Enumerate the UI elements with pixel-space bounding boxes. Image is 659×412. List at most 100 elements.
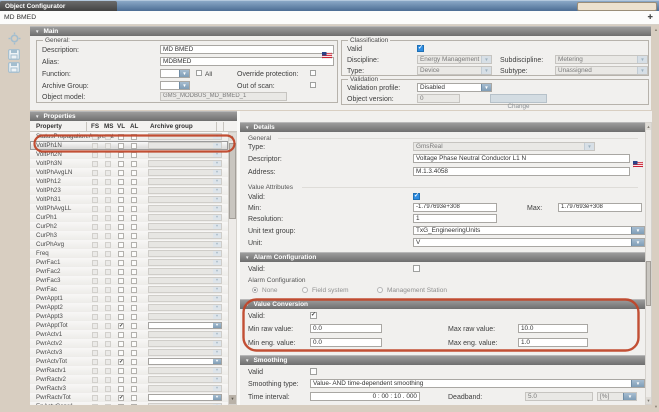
ms-checkbox[interactable] bbox=[105, 368, 111, 374]
col-archive-group[interactable]: Archive group bbox=[150, 121, 193, 132]
ms-checkbox[interactable] bbox=[105, 296, 111, 302]
property-row[interactable]: VoltPh3N▼ bbox=[30, 159, 228, 168]
al-checkbox[interactable] bbox=[131, 251, 137, 257]
property-row[interactable]: PwrActv1▼ bbox=[30, 330, 228, 339]
al-checkbox[interactable] bbox=[131, 278, 137, 284]
subdiscipline-dropdown[interactable]: Metering ▼ bbox=[555, 55, 648, 64]
al-checkbox[interactable] bbox=[131, 404, 137, 406]
radio-management-station[interactable] bbox=[377, 287, 383, 293]
breadcrumb[interactable]: MD BMED bbox=[4, 11, 36, 25]
scroll-up-button[interactable]: ▲ bbox=[229, 133, 236, 141]
change-button[interactable]: Change bbox=[490, 94, 547, 103]
archive-group-dropdown[interactable]: ▼ bbox=[148, 367, 222, 374]
property-row[interactable]: PwrFac2▼ bbox=[30, 267, 228, 276]
ms-checkbox[interactable] bbox=[105, 152, 111, 158]
archive-group-dropdown[interactable]: ▼ bbox=[148, 205, 222, 212]
al-checkbox[interactable] bbox=[131, 170, 137, 176]
min-raw-field[interactable]: 0.0 bbox=[310, 324, 382, 333]
vl-checkbox[interactable] bbox=[118, 197, 124, 203]
property-row[interactable]: PwrFac3▼ bbox=[30, 276, 228, 285]
property-row[interactable]: PwrActvTot✓▼ bbox=[30, 357, 228, 366]
vl-checkbox[interactable] bbox=[118, 377, 124, 383]
ms-checkbox[interactable] bbox=[105, 179, 111, 185]
al-checkbox[interactable] bbox=[131, 341, 137, 347]
property-row[interactable]: EnActvCons1▼ bbox=[30, 402, 228, 405]
subtype-dropdown[interactable]: Unassigned ▼ bbox=[555, 66, 648, 75]
al-checkbox[interactable] bbox=[131, 161, 137, 167]
archive-group-dropdown[interactable]: ▼ bbox=[148, 286, 222, 293]
vl-checkbox[interactable] bbox=[118, 269, 124, 275]
archive-group-dropdown[interactable]: ▼ bbox=[148, 214, 222, 221]
archive-group-dropdown[interactable]: ▼ bbox=[148, 349, 222, 356]
ms-checkbox[interactable] bbox=[105, 260, 111, 266]
ms-checkbox[interactable] bbox=[105, 377, 111, 383]
archive-group-dropdown[interactable]: ▼ bbox=[148, 268, 222, 275]
radio-none[interactable] bbox=[252, 287, 258, 293]
fs-checkbox[interactable] bbox=[92, 188, 98, 194]
property-row[interactable]: PwrApptTot✓▼ bbox=[30, 321, 228, 330]
vl-checkbox[interactable]: ✓ bbox=[118, 323, 124, 329]
ms-checkbox[interactable] bbox=[105, 188, 111, 194]
al-checkbox[interactable] bbox=[131, 395, 137, 401]
ms-checkbox[interactable] bbox=[105, 251, 111, 257]
smoothing-type-dropdown[interactable]: Value- AND time-dependent smoothing ▼ bbox=[310, 379, 645, 388]
property-row[interactable]: PwrActv2▼ bbox=[30, 339, 228, 348]
max-eng-field[interactable]: 1.0 bbox=[518, 338, 588, 347]
radio-field-system[interactable] bbox=[302, 287, 308, 293]
archive-group-dropdown[interactable]: ▼ bbox=[148, 322, 222, 329]
al-checkbox[interactable] bbox=[131, 134, 137, 140]
properties-header[interactable]: ▼Properties bbox=[30, 111, 237, 121]
vl-checkbox[interactable] bbox=[118, 206, 124, 212]
property-row[interactable]: VoltPhAvgLL▼ bbox=[30, 204, 228, 213]
property-row[interactable]: VoltPh23▼ bbox=[30, 186, 228, 195]
fs-checkbox[interactable] bbox=[92, 269, 98, 275]
property-row[interactable]: VoltPh1N▼ bbox=[30, 141, 228, 150]
property-row[interactable]: PwrFac1▼ bbox=[30, 258, 228, 267]
deadband-unit-dropdown[interactable]: [%] ▼ bbox=[597, 392, 637, 401]
ms-checkbox[interactable] bbox=[105, 233, 111, 239]
fs-checkbox[interactable] bbox=[92, 287, 98, 293]
fs-checkbox[interactable] bbox=[92, 179, 98, 185]
col-vl[interactable]: VL bbox=[117, 121, 125, 132]
time-interval-field[interactable]: 0 : 00 : 10 . 000 bbox=[310, 392, 420, 401]
vl-checkbox[interactable] bbox=[118, 350, 124, 356]
al-checkbox[interactable] bbox=[131, 332, 137, 338]
out-of-scan-checkbox[interactable] bbox=[310, 82, 316, 88]
save-all-icon[interactable] bbox=[8, 60, 20, 78]
archive-group-dropdown[interactable]: ▼ bbox=[148, 241, 222, 248]
ms-checkbox[interactable] bbox=[105, 305, 111, 311]
fs-checkbox[interactable] bbox=[92, 152, 98, 158]
property-row[interactable]: VoltPh31▼ bbox=[30, 195, 228, 204]
archive-group-dropdown[interactable]: ▼ bbox=[148, 313, 222, 320]
archive-group-dropdown[interactable]: ▼ bbox=[148, 169, 222, 176]
ms-checkbox[interactable] bbox=[105, 197, 111, 203]
smoothing-header[interactable]: ▼Smoothing bbox=[240, 355, 645, 365]
fs-checkbox[interactable] bbox=[92, 134, 98, 140]
vl-checkbox[interactable] bbox=[118, 134, 124, 140]
property-row[interactable]: PwrActv3▼ bbox=[30, 348, 228, 357]
fs-checkbox[interactable] bbox=[92, 170, 98, 176]
archive-group-dropdown[interactable]: ▼ bbox=[160, 81, 190, 90]
property-row[interactable]: PwrAppt3▼ bbox=[30, 312, 228, 321]
archive-group-dropdown[interactable]: ▼ bbox=[148, 259, 222, 266]
archive-group-dropdown[interactable]: ▼ bbox=[148, 223, 222, 230]
override-protection-checkbox[interactable] bbox=[310, 70, 316, 76]
vl-checkbox[interactable] bbox=[118, 305, 124, 311]
fs-checkbox[interactable] bbox=[92, 197, 98, 203]
al-checkbox[interactable] bbox=[131, 188, 137, 194]
vl-checkbox[interactable] bbox=[118, 386, 124, 392]
ms-checkbox[interactable] bbox=[105, 287, 111, 293]
fs-checkbox[interactable] bbox=[92, 161, 98, 167]
ms-checkbox[interactable] bbox=[105, 215, 111, 221]
archive-group-dropdown[interactable]: ▼ bbox=[148, 232, 222, 239]
pin-icon[interactable]: ✚ bbox=[648, 11, 653, 25]
ms-checkbox[interactable] bbox=[105, 161, 111, 167]
max-raw-field[interactable]: 10.0 bbox=[518, 324, 588, 333]
vl-checkbox[interactable] bbox=[118, 224, 124, 230]
ms-checkbox[interactable] bbox=[105, 395, 111, 401]
vl-checkbox[interactable]: ✓ bbox=[118, 359, 124, 365]
mode-button[interactable]: Engineering bbox=[577, 2, 657, 11]
ms-checkbox[interactable] bbox=[105, 170, 111, 176]
vl-checkbox[interactable] bbox=[118, 170, 124, 176]
ms-checkbox[interactable] bbox=[105, 359, 111, 365]
